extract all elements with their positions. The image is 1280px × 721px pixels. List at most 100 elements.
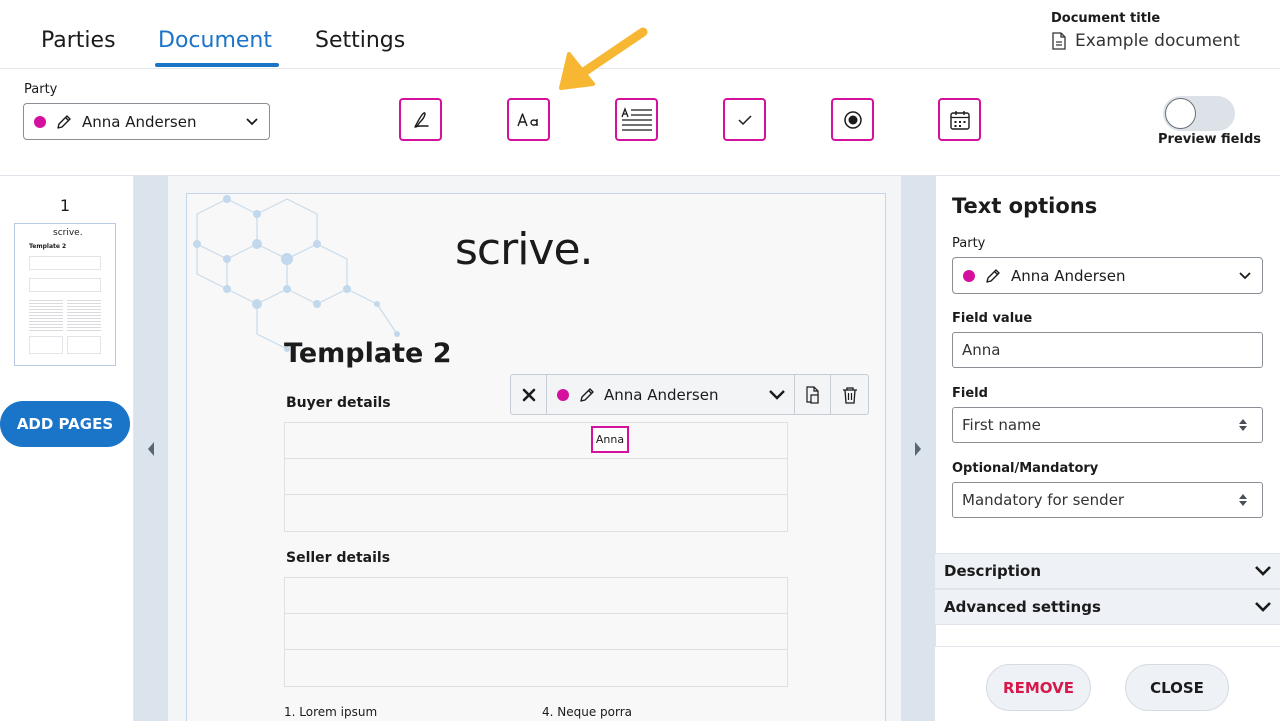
add-date-field-button[interactable] (938, 98, 981, 141)
field-type-value: First name (962, 416, 1041, 434)
optional-mandatory-value: Mandatory for sender (962, 491, 1125, 509)
decorative-network-graphic (193, 195, 400, 352)
chevron-left-icon (148, 441, 154, 456)
field-popup-toolbar: Anna Andersen (510, 374, 869, 415)
party-color-dot (34, 115, 46, 128)
panel-party-name: Anna Andersen (1011, 266, 1126, 285)
table-row (285, 650, 787, 686)
field-party-name: Anna Andersen (604, 385, 719, 404)
table-row (285, 578, 787, 614)
remove-field-button[interactable] (511, 375, 547, 414)
table-row (285, 495, 787, 531)
field-type-select[interactable]: First name (952, 407, 1263, 443)
party-color-dot (557, 388, 569, 401)
advanced-settings-accordion[interactable]: Advanced settings (935, 589, 1280, 625)
party-label: Party (952, 236, 986, 251)
add-pages-button[interactable]: ADD PAGES (0, 401, 130, 447)
buyer-details-table (284, 422, 788, 532)
thumb-block (29, 256, 101, 270)
pencil-icon (986, 268, 1000, 283)
preview-fields-toggle[interactable] (1163, 96, 1235, 131)
chevron-down-icon (1239, 271, 1251, 279)
thumb-block (29, 278, 101, 292)
field-label: Field (952, 386, 988, 401)
sort-arrows-icon (1239, 494, 1247, 506)
document-heading: Template 2 (284, 338, 452, 369)
field-value-label: Field value (952, 311, 1033, 326)
copy-document-icon (805, 385, 819, 404)
document-title-text: Example document (1075, 31, 1240, 51)
checkbox-icon (737, 114, 752, 125)
list-item: 1. Lorem ipsum (284, 705, 378, 719)
thumb-text-block (67, 298, 101, 332)
chevron-down-icon (1255, 602, 1271, 612)
description-label: Description (944, 562, 1042, 580)
textarea-icon (620, 106, 652, 131)
thumb-logo: scrive. (53, 228, 83, 238)
thumb-heading: Template 2 (29, 243, 67, 250)
toolbar-party-name: Anna Andersen (82, 112, 197, 131)
toggle-knob (1165, 98, 1196, 129)
seller-details-table (284, 577, 788, 687)
delete-field-button[interactable] (831, 375, 868, 414)
page-number: 1 (59, 196, 71, 215)
list-item: 4. Neque porra (542, 705, 633, 719)
table-row (285, 423, 787, 459)
date-icon (949, 110, 970, 130)
prev-page-gutter[interactable] (134, 176, 168, 721)
scrive-logo: scrive. (455, 224, 594, 275)
pencil-icon (580, 387, 594, 402)
active-tab-indicator (155, 63, 279, 67)
document-page: scrive. Template 2 Buyer details Seller … (186, 193, 886, 721)
buyer-details-heading: Buyer details (286, 395, 391, 411)
close-button[interactable]: CLOSE (1125, 664, 1229, 711)
add-text-field-button[interactable] (507, 98, 550, 141)
table-row (285, 459, 787, 495)
panel-party-select[interactable]: Anna Andersen (952, 257, 1263, 294)
advanced-settings-label: Advanced settings (944, 598, 1101, 616)
description-accordion[interactable]: Description (935, 553, 1280, 589)
thumb-block (67, 336, 101, 354)
trash-icon (842, 386, 857, 404)
tab-document[interactable]: Document (158, 28, 272, 53)
tab-settings[interactable]: Settings (315, 28, 405, 53)
toolbar-party-label: Party (24, 82, 58, 97)
text-field-icon (516, 112, 538, 126)
document-title[interactable]: Example document (1051, 31, 1240, 51)
toolbar-party-select[interactable]: Anna Andersen (23, 103, 270, 140)
field-party-select[interactable]: Anna Andersen (547, 375, 795, 414)
field-value-input[interactable]: Anna (952, 332, 1263, 368)
table-row (285, 614, 787, 650)
document-icon (1052, 32, 1066, 50)
remove-button[interactable]: REMOVE (986, 664, 1091, 711)
party-color-dot (963, 269, 975, 282)
chevron-right-icon (915, 441, 921, 456)
next-page-gutter[interactable] (901, 176, 935, 721)
add-checkbox-field-button[interactable] (723, 98, 766, 141)
thumb-text-block (29, 298, 63, 332)
signature-icon (413, 111, 429, 128)
optional-mandatory-select[interactable]: Mandatory for sender (952, 482, 1263, 518)
add-signature-field-button[interactable] (399, 98, 442, 141)
document-title-label: Document title (1051, 11, 1161, 26)
radio-icon (843, 110, 862, 129)
duplicate-field-button[interactable] (795, 375, 831, 414)
placed-text-field[interactable]: Anna (591, 426, 629, 453)
close-icon (522, 388, 535, 401)
page-thumbnail[interactable]: scrive. Template 2 (14, 223, 116, 366)
preview-fields-label: Preview fields (1158, 132, 1261, 147)
annotation-arrow (559, 27, 648, 90)
chevron-down-icon (246, 117, 258, 125)
tab-parties[interactable]: Parties (41, 28, 116, 53)
thumb-block (29, 336, 63, 354)
add-radio-field-button[interactable] (831, 98, 874, 141)
document-canvas: scrive. Template 2 Buyer details Seller … (168, 176, 901, 721)
chevron-down-icon (769, 389, 785, 400)
seller-details-heading: Seller details (286, 550, 391, 566)
optional-mandatory-label: Optional/Mandatory (952, 461, 1099, 476)
pencil-icon (57, 114, 71, 129)
panel-title: Text options (952, 194, 1098, 218)
add-textarea-field-button[interactable] (615, 98, 658, 141)
sort-arrows-icon (1239, 419, 1247, 431)
chevron-down-icon (1255, 566, 1271, 576)
